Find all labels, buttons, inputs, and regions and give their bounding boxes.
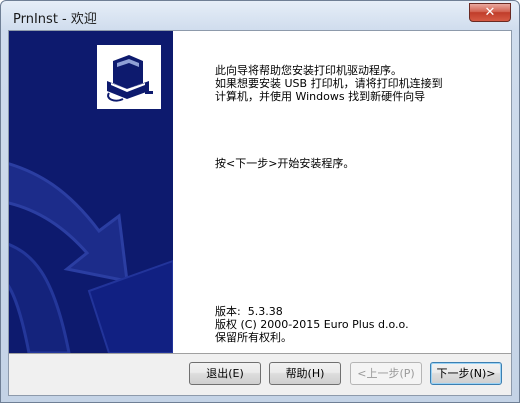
wizard-panel: 此向导将帮助您安装打印机驱动程序。 如果想要安装 USB 打印机，请将打印机连接…	[9, 31, 511, 353]
instruction-text: 按<下一步>开始安装程序。	[215, 157, 355, 170]
wizard-banner	[9, 31, 173, 353]
version-text: 版本: 5.3.38	[215, 305, 283, 318]
copyright-text: 版权 (C) 2000-2015 Euro Plus d.o.o.	[215, 318, 409, 331]
rights-text: 保留所有权利。	[215, 331, 292, 344]
title-bar[interactable]: PrnInst - 欢迎 ✕	[1, 1, 519, 30]
help-button[interactable]: 帮助(H)	[269, 362, 341, 385]
exit-button[interactable]: 退出(E)	[189, 362, 261, 385]
back-button[interactable]: <上一步(P)	[350, 362, 422, 385]
close-icon: ✕	[484, 5, 496, 20]
close-button[interactable]: ✕	[469, 3, 511, 22]
window-title: PrnInst - 欢迎	[13, 12, 97, 27]
next-button[interactable]: 下一步(N)>	[430, 362, 502, 385]
installer-window: PrnInst - 欢迎 ✕ 此向导将帮助您安装打印机驱动程序。 如果想要安装 …	[0, 0, 520, 403]
dialog-client-area: 此向导将帮助您安装打印机驱动程序。 如果想要安装 USB 打印机，请将打印机连接…	[8, 30, 512, 396]
intro-text: 此向导将帮助您安装打印机驱动程序。 如果想要安装 USB 打印机，请将打印机连接…	[215, 64, 443, 103]
footer-divider	[9, 353, 511, 354]
printer-logo-icon	[97, 45, 161, 109]
